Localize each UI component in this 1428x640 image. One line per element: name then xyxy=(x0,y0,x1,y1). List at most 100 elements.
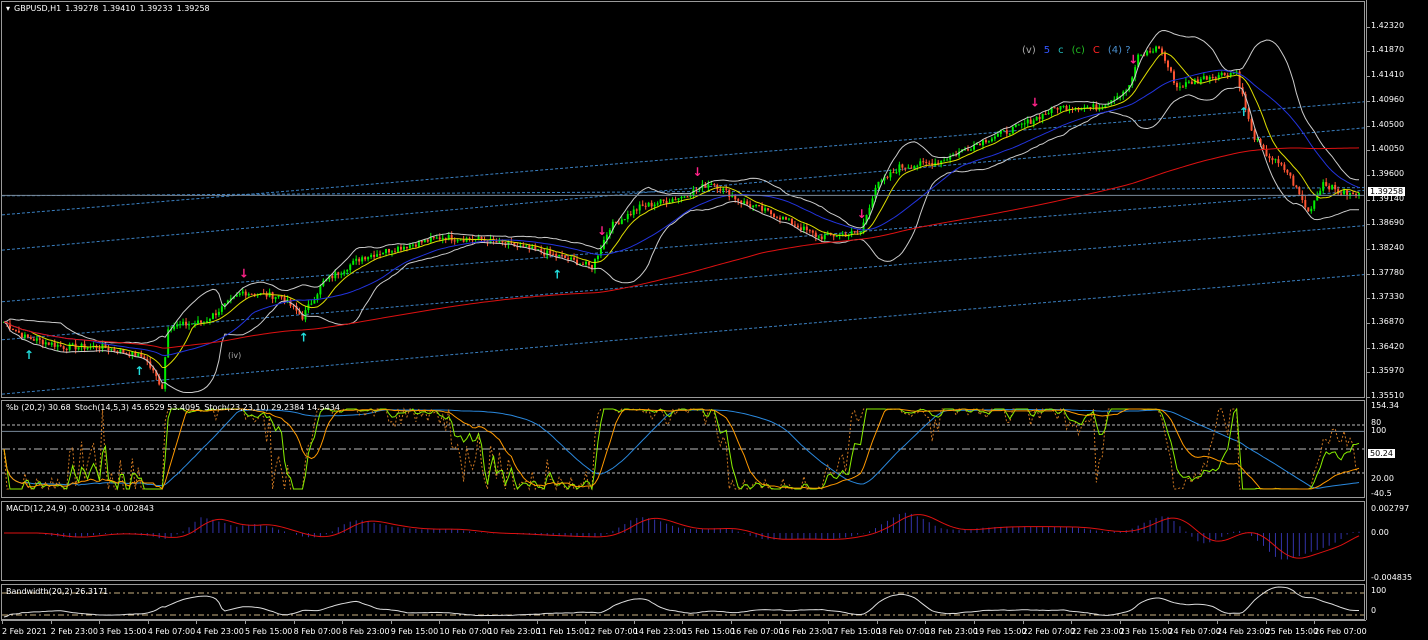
candle xyxy=(1322,182,1325,191)
price-tick xyxy=(1366,150,1370,152)
bandwidth-panel[interactable]: Bandwidth(20,2) 26.3171 xyxy=(1,584,1365,620)
time-tick xyxy=(390,620,392,624)
candle xyxy=(110,348,113,351)
candle xyxy=(1053,107,1056,109)
candle xyxy=(1319,190,1322,195)
time-tick xyxy=(536,620,538,624)
candle xyxy=(11,328,14,331)
candle xyxy=(737,199,740,201)
time-axis-label: 15 Feb 15:00 xyxy=(682,627,735,636)
high-value: 1.39410 xyxy=(102,4,136,13)
candle xyxy=(1343,190,1346,195)
time-axis-label: 16 Feb 23:00 xyxy=(779,627,833,636)
candle xyxy=(426,239,429,242)
candle xyxy=(1172,71,1175,83)
candle xyxy=(1184,82,1187,87)
bollinger-lower xyxy=(3,86,1360,394)
candle xyxy=(719,189,722,191)
candle xyxy=(856,231,859,233)
candle xyxy=(967,149,970,151)
candle xyxy=(199,320,202,323)
time-tick xyxy=(293,620,295,624)
collapse-icon[interactable]: ▾ xyxy=(6,4,10,13)
candle xyxy=(423,239,426,243)
arrow-down-icon: ↓ xyxy=(597,224,607,238)
time-tick xyxy=(1217,620,1218,624)
time-tick xyxy=(1168,620,1170,624)
candle xyxy=(1295,185,1298,188)
candle xyxy=(388,248,391,253)
candle xyxy=(820,236,823,240)
candle xyxy=(707,184,710,188)
candle xyxy=(211,313,214,319)
candle xyxy=(793,224,796,226)
candle xyxy=(1277,159,1280,164)
candle xyxy=(629,214,632,216)
candle xyxy=(1283,164,1286,170)
candle xyxy=(1002,130,1005,132)
candle xyxy=(456,240,459,242)
candle xyxy=(665,200,668,204)
time-tick xyxy=(1022,620,1024,624)
time-tick xyxy=(342,620,344,624)
candle xyxy=(1220,72,1223,76)
symbol-label: GBPUSD,H1 xyxy=(14,4,62,13)
candle xyxy=(346,269,349,272)
candle xyxy=(638,204,641,211)
candle xyxy=(784,217,787,220)
time-axis-label: 2 Feb 23:00 xyxy=(50,627,98,636)
candle xyxy=(644,205,647,207)
arrow-up-icon: ↑ xyxy=(1239,105,1249,119)
price-axis-label: 1.41410 xyxy=(1371,70,1405,80)
macd-panel[interactable]: MACD(12,24,9) -0.002314 -0.002843 xyxy=(1,501,1365,581)
candle xyxy=(62,346,65,349)
time-tick xyxy=(585,620,587,624)
time-tick xyxy=(99,620,101,624)
candle xyxy=(271,292,274,299)
candle xyxy=(1223,72,1226,76)
time-tick xyxy=(925,620,927,624)
main-price-chart[interactable]: ▾ GBPUSD,H1 1.39278 1.39410 1.39233 1.39258 ↑… xyxy=(1,1,1365,398)
price-tick xyxy=(1366,199,1370,201)
candle xyxy=(173,326,176,330)
time-axis-label: 18 Feb 07:00 xyxy=(876,627,930,636)
candle xyxy=(1062,105,1065,107)
candle xyxy=(101,343,104,349)
time-axis-label: 24 Feb 07:00 xyxy=(1168,627,1221,636)
candle xyxy=(179,324,182,326)
candle xyxy=(59,344,62,347)
time-axis-label: 22 Feb 07:00 xyxy=(1022,627,1076,636)
candle xyxy=(850,231,853,235)
candle xyxy=(182,321,185,325)
price-tick xyxy=(1366,323,1370,325)
candle xyxy=(56,344,59,347)
current-price-label: 1.39258 xyxy=(1368,187,1406,197)
candle xyxy=(1155,46,1158,52)
oscillator-panel[interactable]: %b (20,2) 30.68 Stoch(14,5,3) 45.6529 53.… xyxy=(1,400,1365,498)
candle xyxy=(47,342,50,345)
candle xyxy=(304,310,307,320)
candle xyxy=(534,246,537,250)
candle xyxy=(743,201,746,204)
time-tick xyxy=(488,620,489,624)
time-axis-label: 19 Feb 15:00 xyxy=(974,627,1027,636)
candle xyxy=(1187,81,1190,83)
candle xyxy=(370,254,373,258)
stoch1-label: Stoch(14,5,3) 45.6529 53.4095 xyxy=(74,403,201,412)
time-tick xyxy=(1119,620,1121,624)
candle xyxy=(713,184,716,186)
price-tick xyxy=(1366,174,1370,176)
candle xyxy=(220,306,223,312)
candle xyxy=(626,214,629,220)
price-tick xyxy=(1366,27,1370,28)
candle xyxy=(38,338,41,340)
candle xyxy=(1211,76,1214,78)
candle xyxy=(993,136,996,139)
candle xyxy=(650,202,653,207)
candle xyxy=(435,237,438,239)
time-axis-label: 26 Feb 07:00 xyxy=(1314,627,1367,636)
time-tick xyxy=(828,620,830,624)
price-axis-label: 1.41870 xyxy=(1371,45,1405,55)
candle xyxy=(1026,119,1029,124)
candle xyxy=(677,198,680,200)
